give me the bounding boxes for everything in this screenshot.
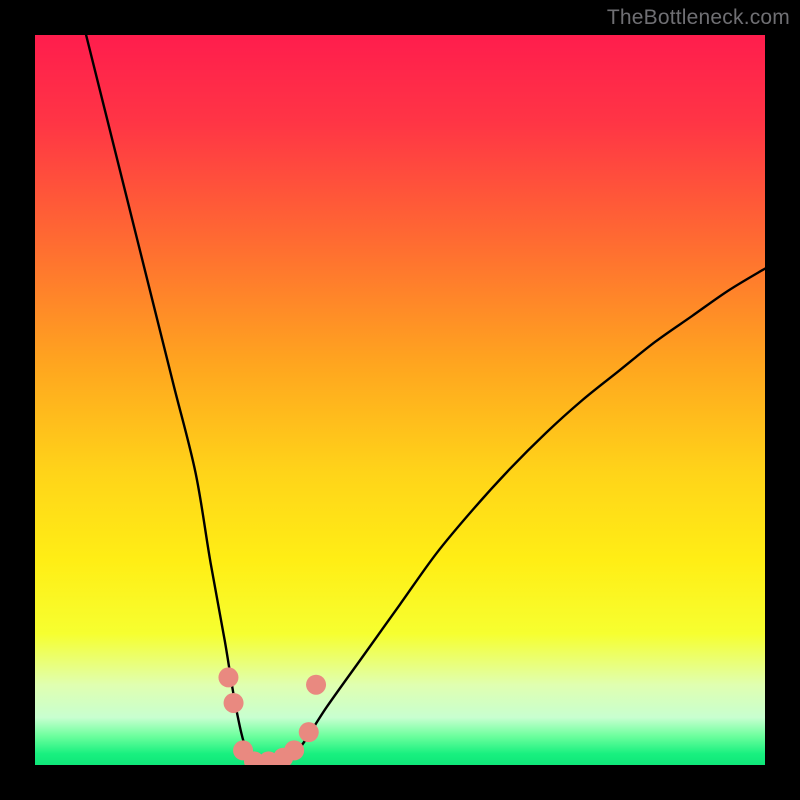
- chart-frame: TheBottleneck.com: [0, 0, 800, 800]
- data-marker: [224, 693, 244, 713]
- gradient-background: [35, 35, 765, 765]
- data-marker: [218, 667, 238, 687]
- data-marker: [299, 722, 319, 742]
- plot-area: [35, 35, 765, 765]
- data-marker: [284, 740, 304, 760]
- watermark-text: TheBottleneck.com: [607, 6, 790, 30]
- bottleneck-chart-svg: [35, 35, 765, 765]
- data-marker: [306, 675, 326, 695]
